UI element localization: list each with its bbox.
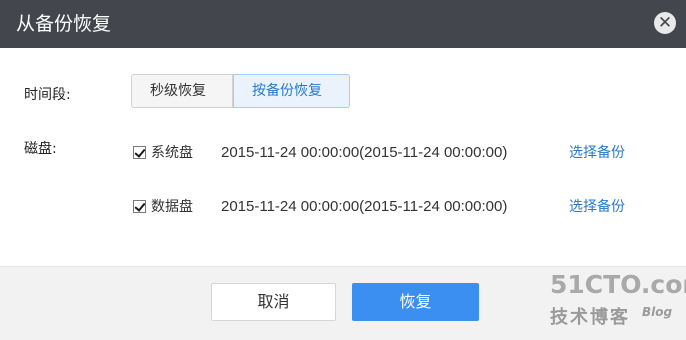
tab-restore-by-backup[interactable]: 按备份恢复 (233, 74, 350, 108)
system-disk-checkbox[interactable] (133, 145, 146, 159)
data-disk-backup-time: 2015-11-24 00:00:00(2015-11-24 00:00:00) (221, 197, 508, 215)
disk-row-system: 系统盘 2015-11-24 00:00:00(2015-11-24 00:00… (133, 142, 625, 162)
data-disk-choose-backup-link[interactable]: 选择备份 (569, 196, 625, 216)
close-icon[interactable]: ✕ (654, 12, 676, 34)
system-disk-name: 系统盘 (151, 145, 193, 161)
disk-label: 磁盘: (24, 141, 57, 157)
system-disk-backup-time: 2015-11-24 00:00:00(2015-11-24 00:00:00) (221, 143, 508, 161)
tab-second-level-restore[interactable]: 秒级恢复 (131, 74, 233, 108)
time-period-label: 时间段: (24, 87, 71, 103)
watermark-blog: Blog (642, 305, 673, 319)
disk-row-data: 数据盘 2015-11-24 00:00:00(2015-11-24 00:00… (133, 196, 625, 216)
data-disk-checkbox[interactable] (133, 199, 146, 213)
system-disk-choose-backup-link[interactable]: 选择备份 (569, 142, 625, 162)
watermark-site: 51CTO.com (550, 270, 686, 299)
watermark: 51CTO.com 技术博客 Blog (550, 270, 686, 332)
data-disk-name: 数据盘 (151, 199, 193, 215)
cancel-button[interactable]: 取消 (211, 283, 336, 321)
watermark-tagline: 技术博客 (550, 307, 630, 328)
dialog-title: 从备份恢复 (16, 13, 112, 35)
dialog-titlebar: 从备份恢复 ✕ (0, 0, 686, 48)
restore-button[interactable]: 恢复 (352, 283, 479, 321)
restore-from-backup-dialog: 从备份恢复 ✕ 时间段: 秒级恢复 按备份恢复 磁盘: 系统盘 2015-11-… (0, 0, 686, 340)
time-period-selector: 秒级恢复 按备份恢复 (131, 74, 350, 108)
